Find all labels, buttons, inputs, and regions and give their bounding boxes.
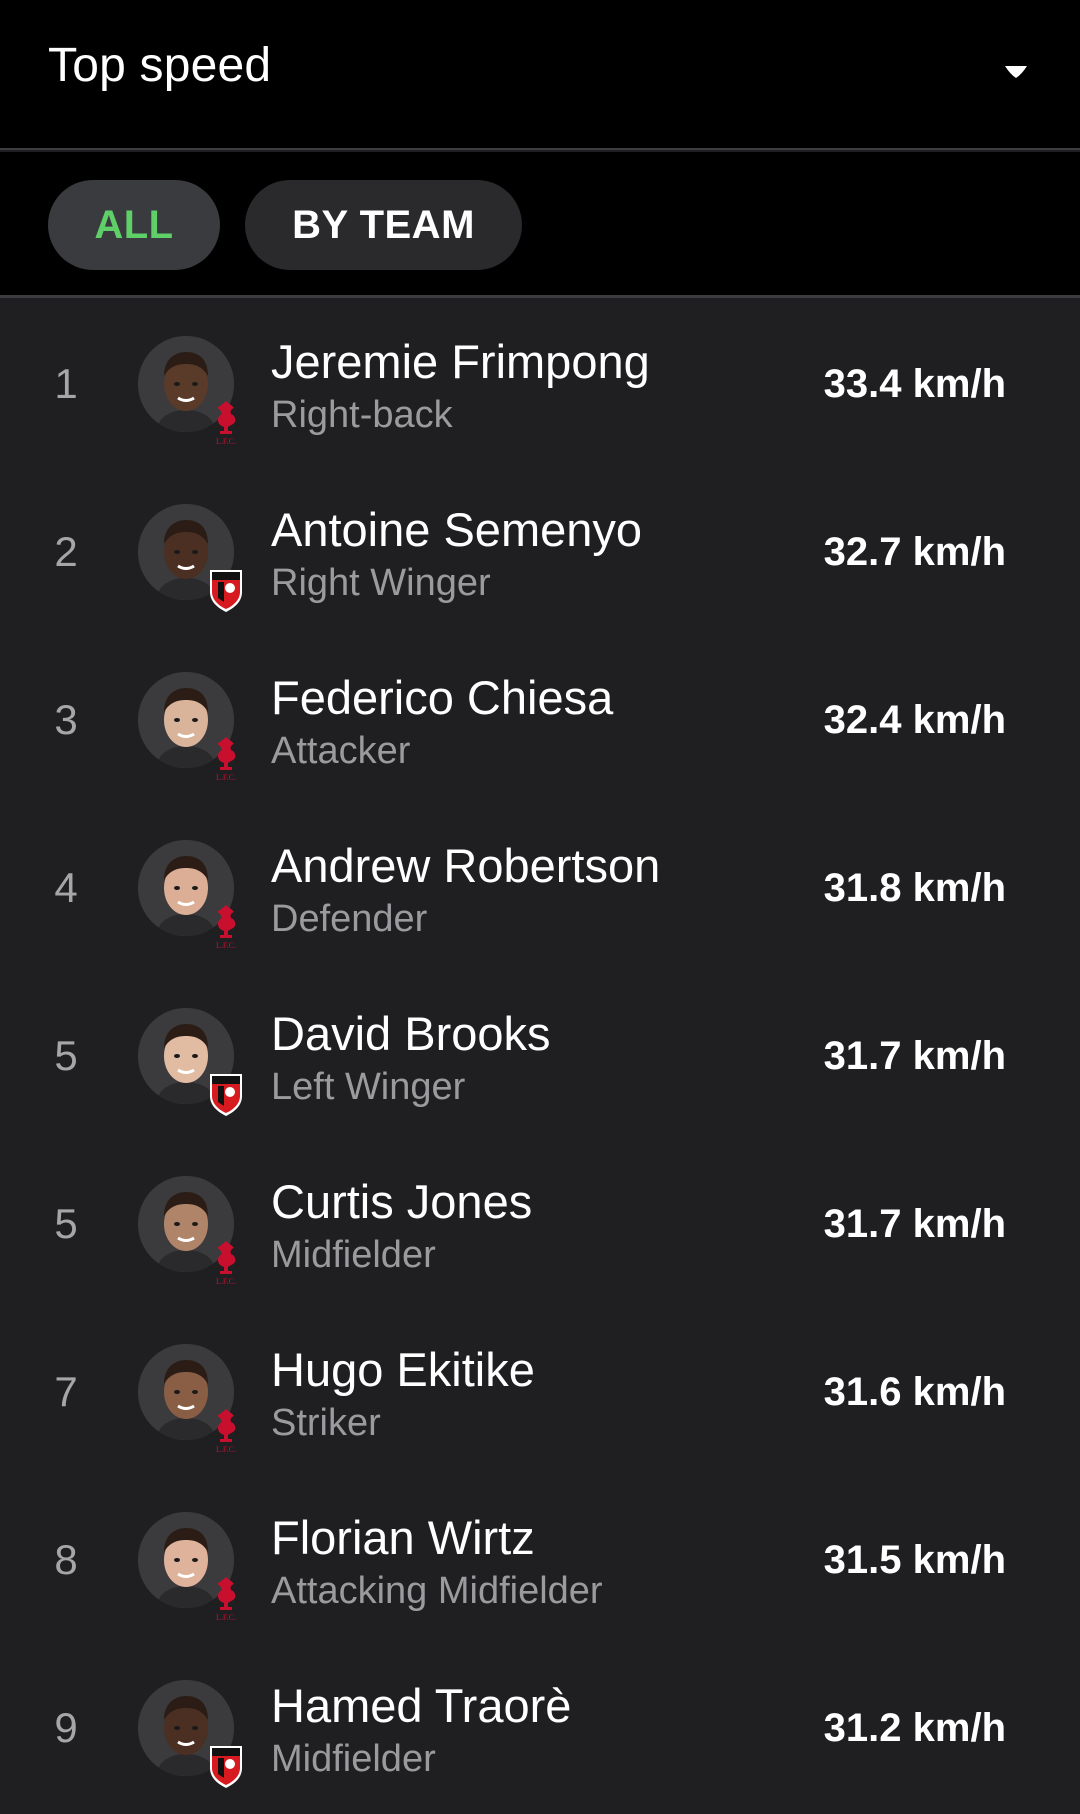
- rank-number: 5: [54, 1200, 78, 1247]
- player-name: Antoine Semenyo: [271, 503, 643, 556]
- rank-number: 3: [54, 696, 78, 743]
- caret-down-icon[interactable]: [996, 52, 1036, 92]
- player-row[interactable]: 5 L.F.C. Curtis Jones Midfielder 31.7 km/h: [0, 1140, 1080, 1308]
- bournemouth-crest-icon: [206, 1742, 246, 1790]
- player-position: Right-back: [271, 394, 453, 436]
- top-speed-value: 32.4 km/h: [823, 697, 1006, 742]
- top-speed-value: 31.6 km/h: [823, 1369, 1006, 1414]
- liverpool-crest-icon: L.F.C.: [206, 1574, 246, 1622]
- player-name: Federico Chiesa: [271, 671, 614, 724]
- player-position: Left Winger: [271, 1066, 466, 1108]
- svg-text:L.F.C.: L.F.C.: [216, 941, 236, 950]
- rank-number: 2: [54, 528, 78, 575]
- player-name: Jeremie Frimpong: [271, 335, 650, 388]
- player-name: Curtis Jones: [271, 1175, 533, 1228]
- header: Top speed: [0, 0, 1080, 150]
- svg-text:L.F.C.: L.F.C.: [216, 1613, 236, 1622]
- player-position: Defender: [271, 898, 428, 940]
- player-row[interactable]: 7 L.F.C. Hugo Ekitike Striker 31.6 km/h: [0, 1308, 1080, 1476]
- svg-text:L.F.C.: L.F.C.: [216, 1445, 236, 1454]
- player-row[interactable]: 3 L.F.C. Federico Chiesa Attacker 32.4 km/h: [0, 636, 1080, 804]
- player-position: Attacker: [271, 730, 411, 772]
- liverpool-crest-icon: L.F.C.: [206, 398, 246, 446]
- filter-all-button[interactable]: ALL: [48, 180, 220, 270]
- player-position: Midfielder: [271, 1234, 436, 1276]
- player-row[interactable]: 4 L.F.C. Andrew Robertson Defender 31.8 km/h: [0, 804, 1080, 972]
- top-speed-value: 31.5 km/h: [823, 1537, 1006, 1582]
- player-row[interactable]: 5 David Brooks Left Winger 31.7 km/h: [0, 972, 1080, 1140]
- rank-number: 1: [54, 360, 78, 407]
- top-speed-value: 31.7 km/h: [823, 1033, 1006, 1078]
- rank-number: 5: [54, 1032, 78, 1079]
- player-position: Attacking Midfielder: [271, 1570, 603, 1612]
- player-position: Midfielder: [271, 1738, 436, 1780]
- svg-text:L.F.C.: L.F.C.: [216, 1277, 236, 1286]
- player-name: Hugo Ekitike: [271, 1343, 535, 1396]
- top-speed-value: 31.7 km/h: [823, 1201, 1006, 1246]
- liverpool-crest-icon: L.F.C.: [206, 734, 246, 782]
- player-name: Hamed Traorè: [271, 1679, 572, 1732]
- top-speed-value: 32.7 km/h: [823, 529, 1006, 574]
- player-name: Florian Wirtz: [271, 1511, 535, 1564]
- player-name: Andrew Robertson: [271, 839, 661, 892]
- player-position: Striker: [271, 1402, 381, 1444]
- player-row[interactable]: 2 Antoine Semenyo Right Winger 32.7 km/h: [0, 468, 1080, 636]
- bournemouth-crest-icon: [206, 1070, 246, 1118]
- top-speed-value: 31.2 km/h: [823, 1705, 1006, 1750]
- player-row[interactable]: 9 Hamed Traorè Midfielder 31.2 km/h: [0, 1644, 1080, 1812]
- rank-number: 9: [54, 1704, 78, 1751]
- liverpool-crest-icon: L.F.C.: [206, 902, 246, 950]
- svg-text:L.F.C.: L.F.C.: [216, 437, 236, 446]
- page-title: Top speed: [48, 39, 272, 92]
- top-speed-value: 33.4 km/h: [823, 361, 1006, 406]
- liverpool-crest-icon: L.F.C.: [206, 1406, 246, 1454]
- rank-number: 8: [54, 1536, 78, 1583]
- player-row[interactable]: 1 L.F.C. Jeremie Frimpong Right-back 33.4 km…: [0, 300, 1080, 468]
- player-list: 1 L.F.C. Jeremie Frimpong Right-back 33.4 km…: [0, 300, 1080, 1812]
- top-speed-value: 31.8 km/h: [823, 865, 1006, 910]
- filter-bar: ALL BY TEAM: [0, 152, 1080, 298]
- player-position: Right Winger: [271, 562, 491, 604]
- rank-number: 7: [54, 1368, 78, 1415]
- svg-text:L.F.C.: L.F.C.: [216, 773, 236, 782]
- bournemouth-crest-icon: [206, 566, 246, 614]
- liverpool-crest-icon: L.F.C.: [206, 1238, 246, 1286]
- player-row[interactable]: 8 L.F.C. Florian Wirtz Attacking Midfielder…: [0, 1476, 1080, 1644]
- filter-by-team-button[interactable]: BY TEAM: [245, 180, 522, 270]
- player-name: David Brooks: [271, 1007, 551, 1060]
- rank-number: 4: [54, 864, 78, 911]
